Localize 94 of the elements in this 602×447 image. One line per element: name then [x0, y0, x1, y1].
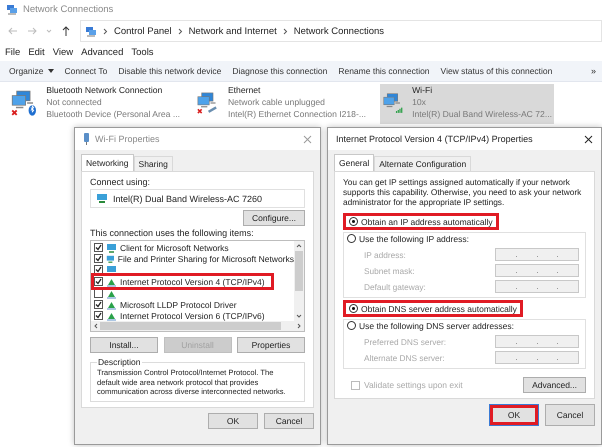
menu-item[interactable]: Tools [131, 47, 154, 58]
field-label: Subnet mask: [364, 266, 415, 276]
field-label: Default gateway: [364, 282, 426, 292]
connection-tile[interactable]: Ethernet Network cable unplugged Intel(R) Ethernet Connection I218-... [194, 84, 368, 124]
checkbox[interactable] [94, 311, 103, 320]
computer-icon [106, 264, 117, 274]
breadcrumb-link[interactable]: Network and Internet [188, 26, 277, 36]
computer-icon [106, 242, 117, 252]
adapter-name: Intel(R) Dual Band Wireless-AC 7260 [113, 194, 262, 204]
toolbar-button[interactable]: View status of this connection [436, 64, 558, 78]
connection-device: Intel(R) Dual Band Wireless-AC 72... [412, 108, 552, 120]
horizontal-scrollbar[interactable] [91, 321, 304, 331]
protocol-icon [106, 276, 117, 286]
menu-item[interactable]: File [5, 47, 20, 58]
tab[interactable]: Sharing [134, 156, 173, 171]
scroll-right-icon[interactable] [297, 323, 301, 329]
network-adapter-icon [96, 193, 108, 204]
ip-address-field[interactable] [495, 335, 579, 348]
computer-icon [106, 254, 115, 264]
chevron-right-icon [103, 28, 108, 34]
list-item[interactable]: File and Printer Sharing for Microsoft Networks [118, 254, 294, 264]
checkbox[interactable] [94, 243, 103, 252]
list-item[interactable]: Client for Microsoft Networks [120, 242, 229, 252]
protocol-icon [106, 310, 117, 320]
dialog-button[interactable]: OK [208, 412, 258, 428]
protocol-icon [106, 300, 117, 310]
checkbox[interactable] [94, 254, 103, 263]
menu-item[interactable]: View [52, 47, 74, 58]
address-bar[interactable]: Control Panel Network and Internet Network Connections [80, 20, 602, 42]
connect-using-label: Connect using: [90, 177, 152, 187]
list-item[interactable]: Internet Protocol Version 6 (TCP/IPv6) [120, 310, 265, 320]
network-folder-icon [85, 25, 97, 37]
connection-name: Bluetooth Network Connection [46, 84, 164, 96]
menu-item[interactable]: Edit [28, 47, 45, 58]
dialog-title: Wi-Fi Properties [95, 134, 160, 144]
connection-status: Not connected [46, 96, 103, 108]
toolbar-button[interactable]: Disable this network device [113, 64, 226, 78]
intro-text: You can get IP settings assigned automatically if your network supports this capability. Otherwise, you need to ask your network administrator for the appropriate IP settings. [343, 177, 582, 207]
field-label: IP address: [364, 250, 406, 260]
dialog-button[interactable]: OK [489, 404, 539, 426]
radio-option[interactable]: Obtain an IP address automatically [343, 213, 499, 230]
scroll-up-icon[interactable] [296, 244, 302, 248]
checkbox[interactable] [94, 277, 103, 286]
list-item[interactable]: Microsoft LLDP Protocol Driver [120, 300, 237, 310]
breadcrumb-link[interactable]: Control Panel [114, 26, 172, 36]
dialog-button[interactable]: Cancel [264, 412, 314, 428]
connection-device: Intel(R) Ethernet Connection I218-... [228, 108, 366, 120]
network-folder-icon [6, 3, 18, 15]
connection-tile[interactable]: Wi-Fi 10x Intel(R) Dual Band Wireless-AC 72... [380, 84, 554, 124]
toolbar-button[interactable]: Organize [4, 64, 58, 78]
breadcrumb-link[interactable]: Network Connections [294, 26, 384, 36]
protocol-icon [106, 288, 117, 298]
tab[interactable]: Alternate Configuration [374, 156, 472, 171]
network-adapter-icon [83, 133, 90, 145]
action-button[interactable]: Install... [90, 337, 158, 353]
connection-name: Ethernet [228, 84, 262, 96]
advanced-button[interactable]: Advanced... [523, 377, 586, 393]
vertical-scrollbar[interactable] [294, 241, 304, 321]
toolbar-button[interactable]: Rename this connection [333, 64, 435, 78]
configure-button[interactable]: Configure... [243, 210, 305, 226]
radio-option[interactable]: Obtain DNS server address automatically [343, 300, 523, 317]
items-label: This connection uses the following items: [90, 228, 255, 238]
connection-name: Wi-Fi [412, 84, 434, 96]
connection-status: 10x [412, 96, 427, 108]
group-label: Description [97, 357, 142, 367]
dialog-title: Internet Protocol Version 4 (TCP/IPv4) Properties [336, 134, 533, 144]
scroll-left-icon[interactable] [94, 323, 98, 329]
connection-device: Bluetooth Device (Personal Area ... [46, 108, 180, 120]
field-label: Preferred DNS server: [364, 336, 446, 346]
toolbar-button[interactable]: Connect To [60, 64, 112, 78]
checkbox[interactable] [94, 300, 103, 309]
menu-item[interactable]: Advanced [81, 47, 124, 58]
radio-option[interactable]: Use the following DNS server addresses: [344, 319, 579, 332]
chevron-right-icon [178, 28, 183, 34]
tab[interactable]: General [334, 154, 374, 171]
ip-address-field[interactable] [495, 351, 579, 364]
scroll-down-icon[interactable] [296, 314, 302, 318]
radio-option[interactable]: Use the following IP address: [344, 232, 579, 245]
caret-icon [48, 69, 54, 73]
ip-address-field[interactable] [495, 264, 579, 277]
more-commands-button[interactable]: » [590, 66, 602, 76]
chevron-right-icon [282, 28, 288, 34]
field-label: Alternate DNS server: [364, 352, 445, 362]
tab[interactable]: Networking [81, 154, 134, 171]
connection-tile[interactable]: Bluetooth Network Connection Not connected Bluetooth Device (Personal Area ... [8, 84, 182, 124]
up-arrow-icon[interactable] [61, 26, 71, 36]
connection-status: Network cable unplugged [228, 96, 326, 108]
dialog-button[interactable]: Cancel [545, 404, 595, 426]
ip-address-field[interactable] [495, 280, 579, 293]
toolbar-button[interactable]: Diagnose this connection [227, 64, 332, 78]
window-title: Network Connections [23, 4, 114, 14]
ip-address-field[interactable] [495, 248, 579, 261]
action-button[interactable]: Properties [237, 337, 305, 353]
close-icon[interactable] [584, 134, 593, 144]
